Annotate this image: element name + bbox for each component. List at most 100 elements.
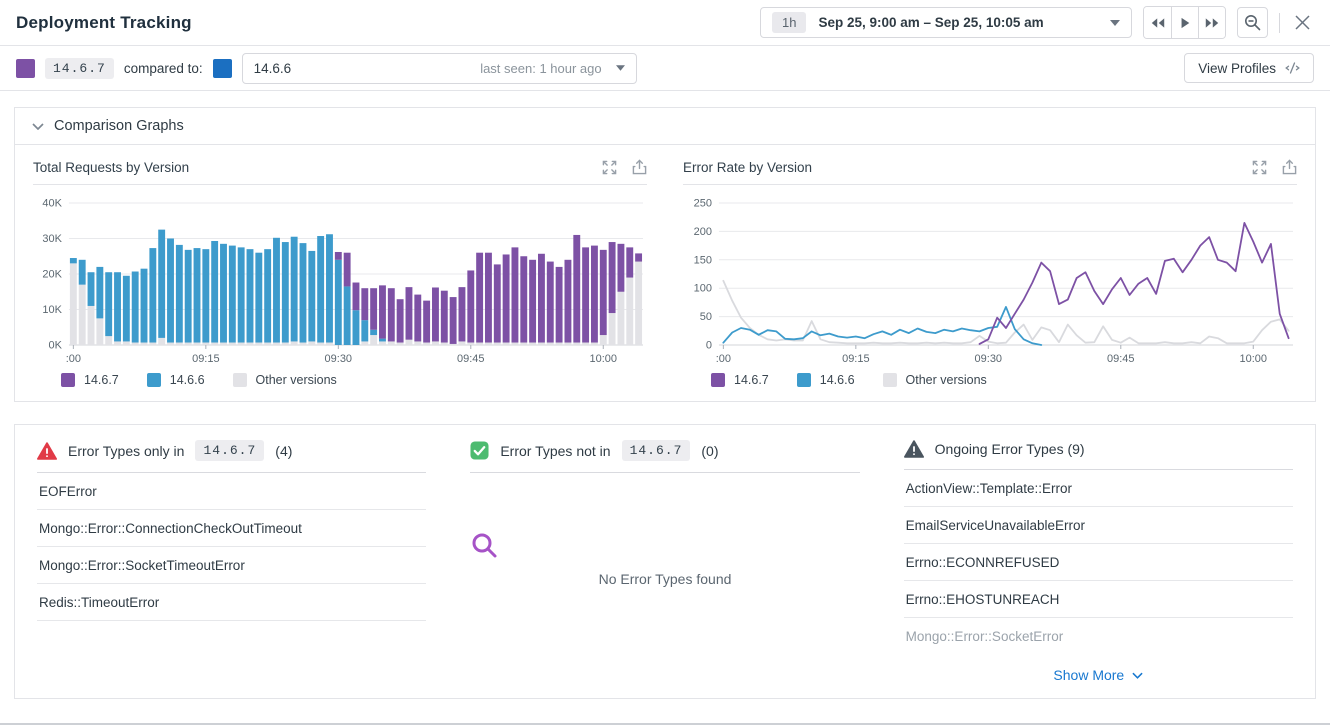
export-chart-button[interactable] bbox=[1282, 159, 1297, 175]
svg-text:100: 100 bbox=[694, 283, 712, 295]
error-type-item[interactable]: EOFError bbox=[37, 473, 426, 510]
version-badge: 14.6.7 bbox=[622, 440, 691, 461]
version-compare-bar: 14.6.7 compared to: 14.6.6 last seen: 1 … bbox=[0, 46, 1330, 91]
legend-label: 14.6.6 bbox=[170, 373, 205, 387]
svg-text:30K: 30K bbox=[42, 233, 62, 245]
app-header: Deployment Tracking 1h Sep 25, 9:00 am –… bbox=[0, 0, 1330, 46]
page-title: Deployment Tracking bbox=[16, 13, 192, 33]
chevron-down-icon bbox=[1110, 20, 1120, 26]
svg-text:150: 150 bbox=[694, 254, 712, 266]
error-type-item[interactable]: Errno::ECONNREFUSED bbox=[904, 544, 1293, 581]
close-button[interactable] bbox=[1291, 11, 1314, 34]
show-more-label: Show More bbox=[1053, 667, 1124, 683]
chevron-down-icon bbox=[1132, 672, 1143, 679]
error-type-item[interactable]: ActionView::Template::Error bbox=[904, 470, 1293, 507]
close-icon bbox=[1295, 15, 1310, 30]
zoom-out-icon bbox=[1244, 14, 1261, 31]
legend-label: Other versions bbox=[906, 373, 987, 387]
requests-chart-legend: 14.6.7 14.6.6 Other versions bbox=[33, 371, 647, 389]
profiles-icon bbox=[1285, 62, 1300, 74]
primary-version-badge: 14.6.7 bbox=[45, 58, 114, 79]
legend-item: Other versions bbox=[883, 373, 987, 387]
play-button[interactable] bbox=[1171, 7, 1198, 38]
svg-text:250: 250 bbox=[694, 197, 712, 209]
error-rate-chart-actions bbox=[1252, 159, 1297, 175]
primary-version-swatch bbox=[16, 59, 35, 78]
legend-swatch-14-6-7 bbox=[61, 373, 75, 387]
svg-text:200: 200 bbox=[694, 226, 712, 238]
requests-chart-header: Total Requests by Version bbox=[33, 159, 647, 185]
error-rate-chart-title: Error Rate by Version bbox=[683, 160, 812, 175]
error-types-not-in-title: Error Types not in bbox=[500, 443, 610, 459]
share-export-icon bbox=[632, 159, 647, 175]
total-requests-chart[interactable]: 0K10K20K30K40K:0009:1509:3009:4510:00 bbox=[33, 191, 647, 371]
ongoing-error-types-title: Ongoing Error Types (9) bbox=[935, 441, 1085, 457]
error-type-item-faded[interactable]: Mongo::Error::SocketError bbox=[904, 618, 1293, 654]
legend-swatch-other bbox=[883, 373, 897, 387]
error-type-item[interactable]: Errno::EHOSTUNREACH bbox=[904, 581, 1293, 618]
time-step-button-group bbox=[1143, 6, 1226, 39]
compare-version-select[interactable]: 14.6.6 last seen: 1 hour ago bbox=[242, 53, 637, 84]
expand-chart-button[interactable] bbox=[1252, 160, 1267, 175]
requests-chart-title: Total Requests by Version bbox=[33, 160, 189, 175]
alert-triangle-red-icon bbox=[37, 442, 57, 460]
header-controls: 1h Sep 25, 9:00 am – Sep 25, 10:05 am bbox=[760, 6, 1314, 39]
comparison-graphs-header[interactable]: Comparison Graphs bbox=[15, 108, 1315, 145]
error-types-only-in-list: EOFError Mongo::Error::ConnectionCheckOu… bbox=[37, 473, 426, 621]
legend-item: 14.6.7 bbox=[711, 373, 769, 387]
svg-text:09:30: 09:30 bbox=[975, 353, 1002, 365]
svg-text:50: 50 bbox=[700, 311, 712, 323]
comparison-graphs-title: Comparison Graphs bbox=[54, 118, 184, 134]
check-green-icon bbox=[470, 441, 489, 460]
legend-label: 14.6.7 bbox=[734, 373, 769, 387]
zoom-out-button[interactable] bbox=[1237, 7, 1268, 38]
error-count: (0) bbox=[701, 443, 718, 459]
svg-text:40K: 40K bbox=[42, 197, 62, 209]
error-types-only-in-header: Error Types only in 14.6.7 (4) bbox=[37, 440, 426, 473]
fast-forward-icon bbox=[1205, 17, 1219, 29]
svg-text::00: :00 bbox=[716, 353, 731, 365]
time-range-picker[interactable]: 1h Sep 25, 9:00 am – Sep 25, 10:05 am bbox=[760, 7, 1132, 38]
compare-version-value: 14.6.6 bbox=[254, 61, 473, 76]
rewind-icon bbox=[1151, 17, 1165, 29]
svg-text:0: 0 bbox=[706, 339, 712, 351]
svg-text:09:45: 09:45 bbox=[1107, 353, 1134, 365]
svg-text:0K: 0K bbox=[49, 339, 63, 351]
error-type-item[interactable]: Redis::TimeoutError bbox=[37, 584, 426, 621]
legend-label: 14.6.6 bbox=[820, 373, 855, 387]
error-types-not-in-header: Error Types not in 14.6.7 (0) bbox=[470, 440, 859, 473]
time-range-label: Sep 25, 9:00 am – Sep 25, 10:05 am bbox=[818, 15, 1098, 30]
expand-chart-button[interactable] bbox=[602, 160, 617, 175]
ongoing-error-types-header: Ongoing Error Types (9) bbox=[904, 440, 1293, 470]
error-types-not-in-column: Error Types not in 14.6.7 (0) No Error T… bbox=[448, 425, 881, 698]
legend-label: 14.6.7 bbox=[84, 373, 119, 387]
error-type-item[interactable]: Mongo::Error::ConnectionCheckOutTimeout bbox=[37, 510, 426, 547]
legend-swatch-14-6-6 bbox=[147, 373, 161, 387]
show-more-button[interactable]: Show More bbox=[904, 667, 1293, 683]
header-divider bbox=[1279, 13, 1280, 33]
error-types-panel: Error Types only in 14.6.7 (4) EOFError … bbox=[14, 424, 1316, 699]
expand-icon bbox=[602, 160, 617, 175]
export-chart-button[interactable] bbox=[632, 159, 647, 175]
legend-label: Other versions bbox=[256, 373, 337, 387]
duration-badge: 1h bbox=[772, 12, 806, 33]
svg-text:20K: 20K bbox=[42, 268, 62, 280]
error-type-item[interactable]: Mongo::Error::SocketTimeoutError bbox=[37, 547, 426, 584]
svg-text:10:00: 10:00 bbox=[590, 353, 617, 365]
ongoing-error-types-list: ActionView::Template::Error EmailService… bbox=[904, 470, 1293, 654]
view-profiles-button[interactable]: View Profiles bbox=[1184, 53, 1314, 83]
empty-state: No Error Types found bbox=[470, 531, 859, 587]
legend-swatch-other bbox=[233, 373, 247, 387]
legend-item: 14.6.6 bbox=[797, 373, 855, 387]
comparison-graphs-panel: Comparison Graphs Total Requests by Vers… bbox=[14, 107, 1316, 402]
step-forward-button[interactable] bbox=[1198, 7, 1225, 38]
legend-item: 14.6.6 bbox=[147, 373, 205, 387]
error-rate-chart[interactable]: 050100150200250:0009:1509:3009:4510:00 bbox=[683, 191, 1297, 371]
legend-swatch-14-6-6 bbox=[797, 373, 811, 387]
requests-chart-pane: Total Requests by Version bbox=[15, 145, 665, 401]
legend-swatch-14-6-7 bbox=[711, 373, 725, 387]
empty-state-text: No Error Types found bbox=[470, 571, 859, 587]
step-back-button[interactable] bbox=[1144, 7, 1171, 38]
error-rate-chart-legend: 14.6.7 14.6.6 Other versions bbox=[683, 371, 1297, 389]
error-type-item[interactable]: EmailServiceUnavailableError bbox=[904, 507, 1293, 544]
